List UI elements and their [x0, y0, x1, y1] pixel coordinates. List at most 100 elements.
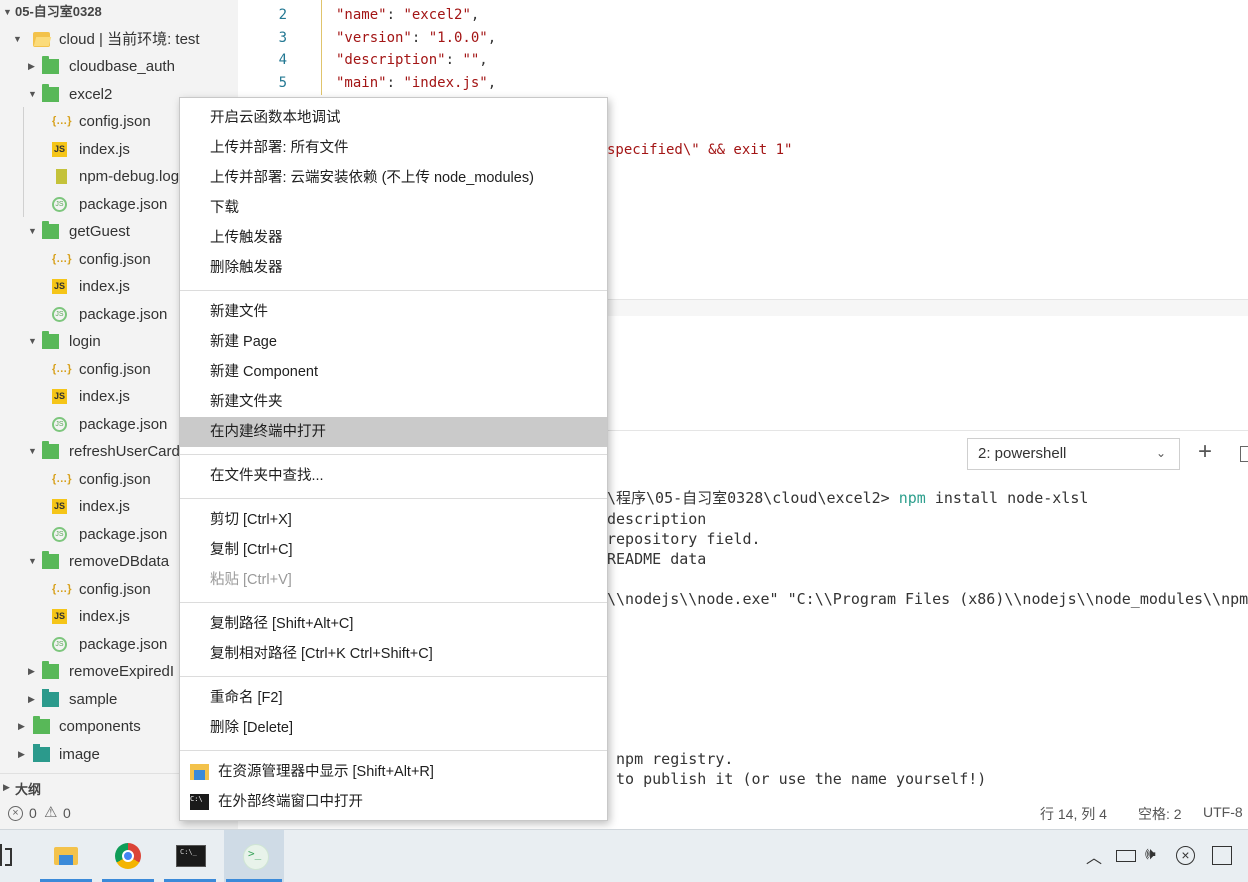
folder-icon — [42, 688, 59, 707]
error-icon[interactable]: × — [8, 806, 23, 821]
menu-item[interactable]: 新建 Page — [180, 327, 607, 357]
menu-item[interactable]: 在文件夹中查找... — [180, 461, 607, 491]
menu-item[interactable]: 新建 Component — [180, 357, 607, 387]
add-terminal-icon[interactable]: + — [1198, 435, 1212, 469]
menu-item-label: 上传并部署: 所有文件 — [210, 140, 349, 156]
json-key: "main" — [336, 74, 387, 91]
menu-item[interactable]: 上传并部署: 云端安装依赖 (不上传 node_modules) — [180, 163, 607, 193]
json-file-icon: {…} — [52, 252, 72, 265]
chevron-down-icon[interactable]: ▼ — [3, 0, 12, 24]
menu-item[interactable]: 上传触发器 — [180, 223, 607, 253]
chevron-right-icon[interactable]: ▶ — [18, 713, 25, 740]
menu-item[interactable]: 新建文件夹 — [180, 387, 607, 417]
json-key: "name" — [336, 7, 387, 23]
folder-icon — [42, 221, 59, 239]
tree-label: package.json — [79, 525, 168, 543]
chevron-up-icon[interactable]: ︿ — [1086, 844, 1102, 868]
tree-folder-cloud[interactable]: ▼ cloud | 当前环境: test — [0, 26, 238, 53]
code-line[interactable]: "name": "excel2", — [336, 4, 479, 26]
terminal-text: description — [607, 510, 707, 528]
wechat-devtools-taskbar-button[interactable]: >_ — [224, 830, 284, 882]
menu-item[interactable]: 剪切 [Ctrl+X] — [180, 505, 607, 535]
menu-separator — [180, 602, 607, 603]
chevron-down-icon[interactable]: ▼ — [28, 218, 37, 245]
terminal-selector[interactable]: 2: powershell ⌄ — [967, 438, 1180, 470]
chevron-right-icon[interactable]: ▶ — [28, 658, 35, 685]
menu-item[interactable]: 复制 [Ctrl+C] — [180, 535, 607, 565]
node-package-icon: JS — [52, 306, 67, 322]
folder-icon — [33, 743, 50, 762]
menu-item-label: 复制路径 [Shift+Alt+C] — [210, 616, 354, 632]
notification-icon[interactable] — [1212, 846, 1232, 865]
chevron-right-icon[interactable]: ▶ — [18, 741, 25, 768]
tree-folder[interactable]: ▶ cloudbase_auth — [0, 53, 238, 80]
tree-label: package.json — [79, 635, 168, 653]
terminal-text: \\nodejs\\node.exe" "C:\\Program Files (… — [607, 590, 1248, 608]
colon: : — [411, 29, 429, 46]
terminal-taskbar-button[interactable]: C:\_ — [162, 830, 218, 882]
battery-icon[interactable] — [1116, 850, 1136, 862]
chrome-taskbar-button[interactable] — [100, 830, 156, 882]
menu-item-label: 在文件夹中查找... — [210, 468, 324, 484]
code-line[interactable]: "main": "index.js", — [336, 72, 496, 94]
menu-item-label: 新建 Page — [210, 334, 277, 350]
tree-label: index.js — [79, 278, 130, 295]
tree-label: excel2 — [69, 85, 113, 103]
tree-label: refreshUserCard — [69, 443, 180, 460]
tree-label: package.json — [79, 195, 168, 213]
menu-item[interactable]: C:\ 在外部终端窗口中打开 — [180, 787, 607, 817]
encoding-status[interactable]: UTF-8 — [1203, 804, 1243, 820]
chevron-down-icon[interactable]: ▼ — [28, 81, 37, 108]
project-header[interactable]: ▼ 05-自习室0328 — [0, 0, 238, 24]
menu-item[interactable]: 删除 [Delete] — [180, 713, 607, 743]
menu-item[interactable]: 上传并部署: 所有文件 — [180, 133, 607, 163]
volume-icon[interactable]: 🕪 — [1145, 844, 1156, 864]
menu-item-label: 新建文件 — [210, 304, 268, 320]
menu-item-label: 剪切 [Ctrl+X] — [210, 512, 292, 528]
menu-item[interactable]: 新建文件 — [180, 297, 607, 327]
terminal-line: repository field. — [607, 529, 761, 549]
terminal-text: repository field. — [607, 530, 761, 548]
tree-label: cloud | 当前环境: test — [59, 31, 200, 48]
menu-item-label: 新建 Component — [210, 364, 318, 380]
chevron-down-icon[interactable]: ▼ — [13, 26, 22, 53]
menu-item[interactable]: 删除触发器 — [180, 253, 607, 283]
menu-item[interactable]: 复制路径 [Shift+Alt+C] — [180, 609, 607, 639]
menu-item[interactable]: 重命名 [F2] — [180, 683, 607, 713]
menu-item[interactable]: 在资源管理器中显示 [Shift+Alt+R] — [180, 757, 607, 787]
indentation-status[interactable]: 空格: 2 — [1138, 804, 1182, 824]
code-line-partial[interactable]: specified\" && exit 1" — [607, 139, 792, 161]
menu-item[interactable]: 复制相对路径 [Ctrl+K Ctrl+Shift+C] — [180, 639, 607, 669]
menu-separator — [180, 290, 607, 291]
folder-icon — [42, 441, 59, 459]
task-view-icon[interactable] — [0, 844, 12, 866]
chevron-right-icon[interactable]: ▶ — [28, 686, 35, 713]
terminal-text: npm registry. — [607, 750, 734, 768]
warning-icon[interactable]: ⚠ — [44, 803, 57, 821]
cursor-position[interactable]: 行 14, 列 4 — [1040, 804, 1107, 824]
js-file-icon: JS — [52, 499, 67, 514]
chevron-right-icon[interactable]: ▶ — [3, 782, 10, 793]
chevron-down-icon[interactable]: ▼ — [28, 328, 37, 355]
menu-item[interactable]: 下载 — [180, 193, 607, 223]
close-circle-icon[interactable]: × — [1176, 846, 1195, 865]
json-file-icon: {…} — [52, 472, 72, 485]
code-line[interactable]: "version": "1.0.0", — [336, 27, 496, 49]
code-line[interactable]: "description": "", — [336, 49, 488, 71]
json-file-icon: {…} — [52, 115, 72, 127]
js-file-icon: JS — [52, 389, 67, 404]
menu-separator — [180, 750, 607, 751]
menu-item[interactable]: 在内建终端中打开 — [180, 417, 607, 447]
line-number: 4 — [278, 52, 287, 69]
chevron-down-icon[interactable]: ▼ — [28, 438, 37, 465]
outline-title[interactable]: 大纲 — [15, 779, 41, 798]
cmd-icon: C:\ — [190, 794, 209, 810]
chevron-down-icon[interactable]: ▼ — [28, 548, 37, 575]
split-terminal-icon[interactable] — [1240, 446, 1248, 462]
tree-label: config.json — [79, 470, 151, 488]
folder-icon — [42, 661, 59, 679]
comma: , — [487, 74, 497, 91]
chevron-right-icon[interactable]: ▶ — [28, 53, 35, 80]
menu-item[interactable]: 开启云函数本地调试 — [180, 103, 607, 133]
file-explorer-taskbar-button[interactable] — [38, 830, 94, 882]
